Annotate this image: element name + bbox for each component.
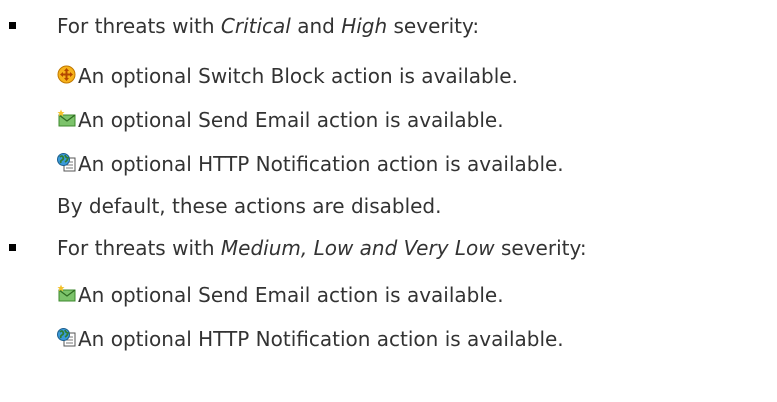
default-note: By default, these actions are disabled. (57, 186, 441, 226)
action-text: An optional Send Email action is availab… (78, 108, 504, 132)
action-http-notification: An optional HTTP Notification action is … (57, 144, 564, 184)
document-body: For threats with Critical and High sever… (0, 0, 777, 402)
send-email-icon (57, 109, 76, 128)
action-text: An optional Send Email action is availab… (78, 283, 504, 307)
http-notification-icon (57, 153, 76, 172)
action-http-notification: An optional HTTP Notification action is … (57, 319, 564, 359)
note-text: By default, these actions are disabled. (57, 194, 442, 218)
bullet-marker (9, 244, 16, 251)
bullet-text: For threats with Critical and High sever… (57, 14, 480, 38)
http-notification-icon (57, 328, 76, 347)
action-text: An optional Switch Block action is avail… (78, 64, 518, 88)
bullet-text: For threats with Medium, Low and Very Lo… (57, 236, 587, 260)
action-send-email: An optional Send Email action is availab… (57, 100, 504, 140)
bullet-marker (9, 22, 16, 29)
switch-block-icon (57, 65, 76, 84)
action-switch-block: An optional Switch Block action is avail… (57, 56, 518, 96)
send-email-icon (57, 284, 76, 303)
action-text: An optional HTTP Notification action is … (78, 152, 564, 176)
action-send-email: An optional Send Email action is availab… (57, 275, 504, 315)
action-text: An optional HTTP Notification action is … (78, 327, 564, 351)
